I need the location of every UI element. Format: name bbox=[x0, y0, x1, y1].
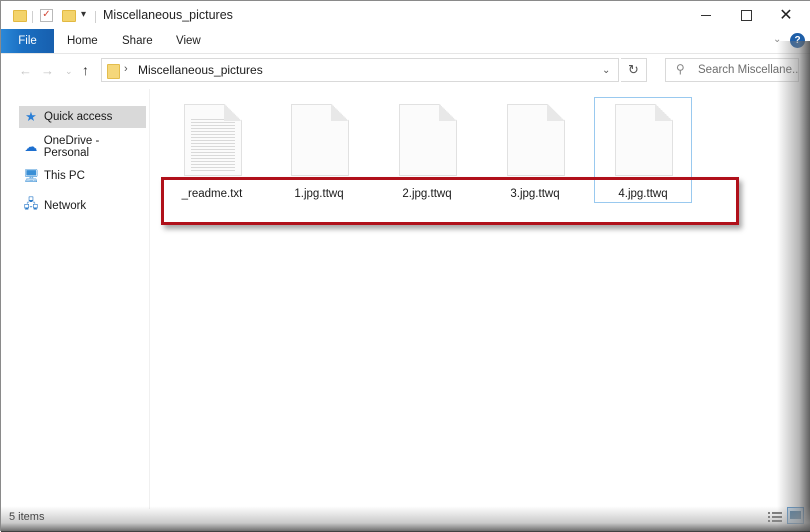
toolbar-separator bbox=[32, 11, 33, 23]
file-name: 1.jpg.ttwq bbox=[294, 188, 344, 200]
details-view-icon-line bbox=[768, 520, 782, 522]
computer-icon: 🖥 bbox=[23, 168, 40, 183]
search-box[interactable]: ⚲ bbox=[665, 58, 799, 82]
navigation-bar: ← → ⌄ ↑ › Miscellaneous_pictures ⌄ ↻ ⚲ bbox=[1, 54, 810, 88]
page-fold bbox=[331, 104, 349, 121]
details-view-button[interactable] bbox=[768, 510, 782, 524]
breadcrumb-chevron-icon[interactable]: › bbox=[124, 63, 128, 75]
page-fold bbox=[547, 104, 565, 121]
forward-arrow-icon[interactable]: → bbox=[41, 63, 54, 78]
page-fold bbox=[439, 104, 457, 121]
page-fold bbox=[655, 104, 673, 121]
star-icon: ★ bbox=[25, 109, 37, 124]
recent-locations-chevron-icon[interactable]: ⌄ bbox=[65, 66, 73, 77]
title-bar: ✓ ▾ Miscellaneous_pictures ✕ bbox=[1, 1, 810, 29]
maximize-icon bbox=[740, 9, 752, 21]
folder-icon[interactable] bbox=[13, 10, 27, 22]
close-button[interactable]: ✕ bbox=[763, 1, 809, 29]
paper-shadow-bottom bbox=[1, 506, 810, 532]
details-view-icon bbox=[768, 512, 782, 514]
sidebar-item-label: Network bbox=[44, 200, 87, 212]
navigation-pane: ★ Quick access ☁ OneDrive - Personal 🖥 T… bbox=[1, 89, 150, 509]
file-name: 4.jpg.ttwq bbox=[618, 188, 668, 200]
refresh-icon: ↻ bbox=[628, 62, 639, 77]
help-icon[interactable]: ? bbox=[790, 33, 805, 48]
address-dropdown-icon[interactable]: ⌄ bbox=[602, 65, 610, 76]
file-name: _readme.txt bbox=[181, 188, 243, 200]
sidebar-item-label: Quick access bbox=[44, 111, 113, 123]
file-item[interactable]: 1.jpg.ttwq bbox=[269, 97, 369, 203]
expand-ribbon-icon[interactable]: ⌄ bbox=[773, 34, 781, 45]
paper-shadow-right bbox=[777, 41, 810, 532]
file-item[interactable]: 3.jpg.ttwq bbox=[485, 97, 585, 203]
file-item-focused[interactable]: 4.jpg.ttwq bbox=[594, 97, 692, 203]
sidebar-item-quick-access[interactable]: ★ Quick access bbox=[19, 106, 146, 128]
text-lines bbox=[191, 119, 235, 171]
refresh-button[interactable]: ↻ bbox=[621, 58, 647, 82]
cloud-icon: ☁ bbox=[24, 139, 38, 154]
file-list: _readme.txt 1.jpg.ttwq 2.jpg.ttwq 3.jpg.… bbox=[151, 89, 781, 509]
properties-check-icon[interactable]: ✓ bbox=[40, 9, 53, 22]
up-arrow-icon[interactable]: ↑ bbox=[82, 62, 89, 78]
large-icons-view-button[interactable] bbox=[787, 507, 804, 524]
sidebar-item-label: OneDrive - Personal bbox=[43, 135, 100, 159]
status-item-count: 5 items bbox=[9, 511, 45, 523]
close-icon: ✕ bbox=[779, 7, 793, 24]
tab-home[interactable]: Home bbox=[67, 29, 98, 53]
toolbar-separator bbox=[95, 11, 96, 23]
new-folder-icon[interactable] bbox=[62, 10, 76, 22]
sidebar-item-this-pc[interactable]: 🖥 This PC bbox=[19, 165, 146, 187]
ribbon-tabs: File Home Share View ⌄ bbox=[1, 29, 810, 54]
file-name: 2.jpg.ttwq bbox=[402, 188, 452, 200]
file-name: 3.jpg.ttwq bbox=[510, 188, 560, 200]
sidebar-item-network[interactable]: 🖧 Network bbox=[19, 195, 146, 217]
sidebar-item-label: This PC bbox=[44, 170, 85, 182]
file-explorer-window: ✓ ▾ Miscellaneous_pictures ✕ File Home S… bbox=[0, 0, 810, 532]
customize-toolbar-dropdown-icon[interactable]: ▾ bbox=[81, 9, 86, 20]
window-title: Miscellaneous_pictures bbox=[103, 8, 233, 22]
minimize-icon bbox=[701, 14, 711, 16]
tab-view[interactable]: View bbox=[176, 29, 201, 53]
breadcrumb-path[interactable]: Miscellaneous_pictures bbox=[138, 63, 263, 77]
tab-share[interactable]: Share bbox=[122, 29, 153, 53]
address-bar[interactable]: › Miscellaneous_pictures ⌄ bbox=[101, 58, 619, 82]
details-view-icon-line bbox=[768, 516, 782, 518]
page-fold bbox=[224, 104, 242, 121]
folder-icon bbox=[107, 64, 120, 79]
network-icon: 🖧 bbox=[23, 196, 39, 211]
file-item[interactable]: 2.jpg.ttwq bbox=[377, 97, 477, 203]
search-icon: ⚲ bbox=[676, 62, 685, 76]
sidebar-item-onedrive[interactable]: ☁ OneDrive - Personal bbox=[19, 135, 146, 159]
file-item-readme[interactable]: _readme.txt bbox=[162, 97, 262, 203]
search-input[interactable] bbox=[698, 59, 798, 81]
large-icons-view-icon bbox=[790, 511, 801, 519]
back-arrow-icon[interactable]: ← bbox=[19, 63, 32, 78]
tab-file[interactable]: File bbox=[1, 29, 54, 53]
